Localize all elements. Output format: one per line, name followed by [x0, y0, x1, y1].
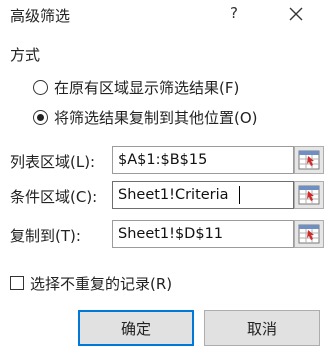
- radio-filter-in-place[interactable]: 在原有区域显示筛选结果(F): [10, 76, 239, 98]
- ok-button[interactable]: 确定: [78, 310, 194, 346]
- cancel-button[interactable]: 取消: [204, 310, 320, 346]
- close-button[interactable]: [287, 5, 305, 23]
- copy-to-label: 复制到(T):: [10, 227, 81, 245]
- unique-records-label: 选择不重复的记录(R): [30, 274, 173, 293]
- mode-section-label: 方式: [10, 46, 41, 64]
- unique-records-option[interactable]: 选择不重复的记录(R): [10, 272, 172, 294]
- range-select-icon: [298, 185, 320, 205]
- help-button[interactable]: ?: [228, 4, 240, 24]
- list-range-input[interactable]: [112, 146, 294, 174]
- criteria-range-select-button[interactable]: [294, 181, 324, 209]
- criteria-range-input[interactable]: [112, 181, 294, 209]
- close-icon: [289, 7, 303, 21]
- range-select-icon: [298, 224, 320, 244]
- radio-copy-to-location[interactable]: 将筛选结果复制到其他位置(O): [10, 106, 258, 128]
- unique-records-checkbox[interactable]: [10, 276, 24, 290]
- text-caret: [239, 186, 240, 204]
- radio-copy-to-location-circle[interactable]: [33, 109, 48, 125]
- copy-to-input[interactable]: [112, 220, 294, 248]
- radio-copy-to-location-label: 将筛选结果复制到其他位置(O): [54, 108, 258, 127]
- copy-to-select-button[interactable]: [294, 220, 324, 248]
- dialog-title: 高级筛选: [10, 7, 71, 25]
- title-bar: 高级筛选 ?: [0, 0, 330, 30]
- criteria-range-label: 条件区域(C):: [10, 188, 98, 206]
- list-range-label: 列表区域(L):: [10, 153, 96, 171]
- radio-filter-in-place-circle[interactable]: [33, 79, 48, 95]
- list-range-select-button[interactable]: [294, 146, 324, 174]
- radio-filter-in-place-label: 在原有区域显示筛选结果(F): [54, 78, 240, 97]
- range-select-icon: [298, 150, 320, 170]
